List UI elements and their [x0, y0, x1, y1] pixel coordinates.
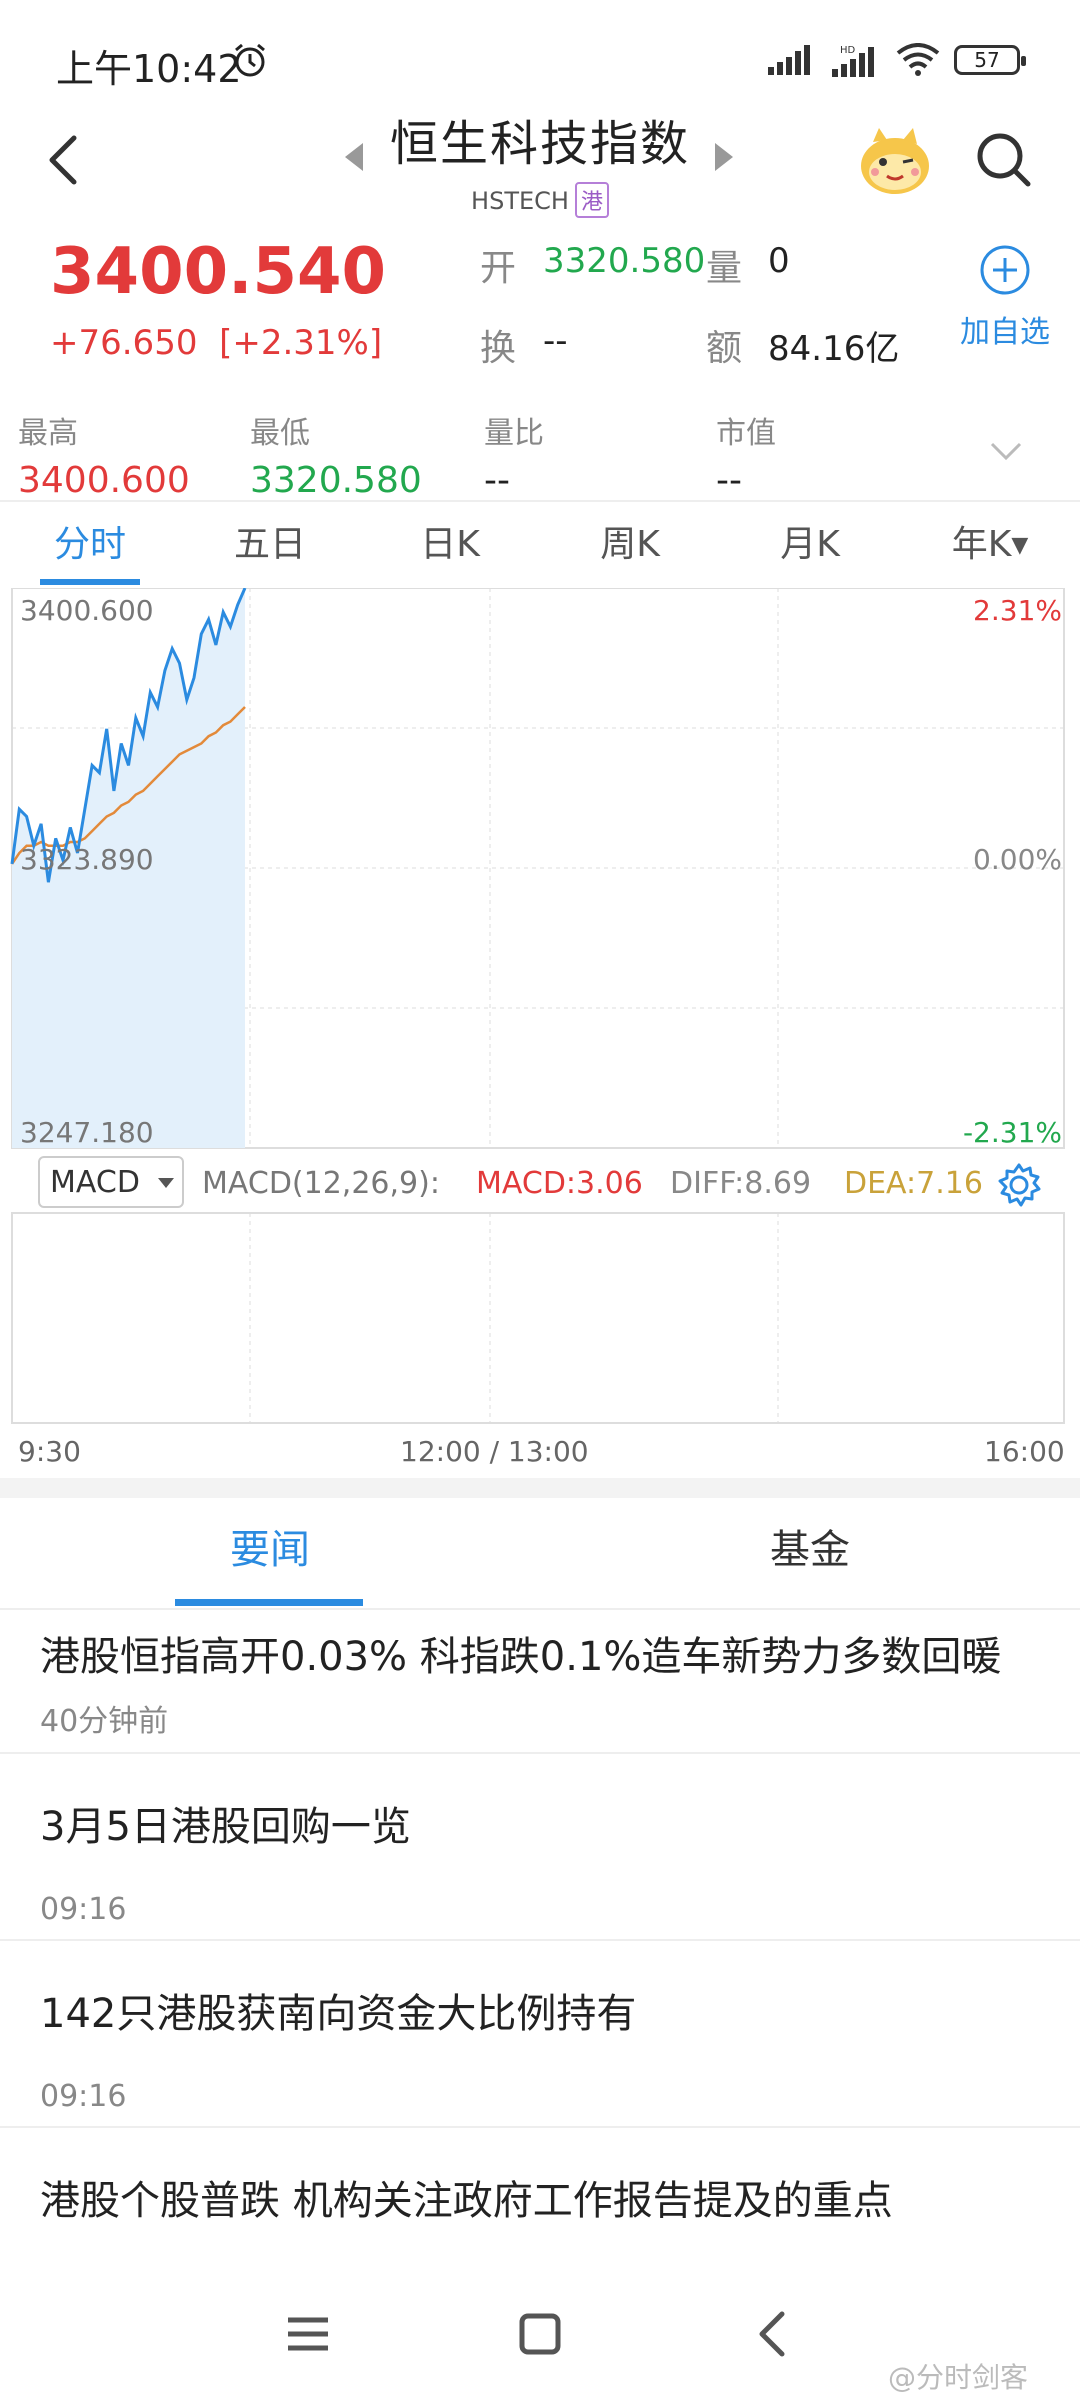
tab-intraday[interactable]: 分时 [0, 505, 180, 585]
watermark: @分时剑客 [888, 2361, 1029, 2394]
wifi-icon [896, 43, 940, 76]
page-title: 恒生科技指数 [389, 116, 690, 172]
amount-label: 额 [706, 328, 743, 369]
pct-label-top: 2.31% [973, 594, 1062, 627]
signal-hd-icon: HD [832, 45, 874, 77]
stock-code: HSTECH 港 [340, 182, 740, 218]
news-title: 3月5日港股回购一览 [40, 1804, 411, 1850]
news-title: 港股个股普跌 机构关注政府工作报告提及的重点 [40, 2178, 893, 2224]
stat-high: 最高 3400.600 [18, 416, 190, 501]
turnover-label: 换 [480, 328, 517, 369]
stat-low: 最低 3320.580 [250, 416, 422, 501]
macd-pane-frame [11, 1212, 1065, 1424]
next-stock-icon[interactable] [715, 143, 733, 171]
time-label-end: 16:00 [984, 1435, 1065, 1468]
pct-label-bottom: -2.31% [962, 1116, 1062, 1149]
news-time: 09:16 [40, 1892, 127, 1927]
quote-panel: 3400.540 +76.650 [+2.31%] 开 3320.580 量 0… [0, 225, 1080, 375]
news-time: 09:16 [40, 2079, 127, 2114]
turnover-value: -- [543, 321, 568, 361]
pct-label-mid: 0.00% [973, 843, 1062, 876]
stat-volume-ratio: 量比 -- [484, 416, 544, 501]
tab-daily-k[interactable]: 日K [360, 505, 540, 585]
back-nav-icon[interactable] [746, 2306, 802, 2362]
section-separator [0, 1478, 1080, 1498]
news-item[interactable]: 港股恒指高开0.03% 科指跌0.1%造车新势力多数回暖 40分钟前 [0, 1612, 1080, 1754]
tab-weekly-k[interactable]: 周K [540, 505, 720, 585]
dea-value: DEA:7.16 [844, 1166, 983, 1201]
chart-canvas [10, 587, 1065, 1424]
chart-tabs: 分时 五日 日K 周K 月K 年K▼ [0, 505, 1080, 585]
news-item[interactable]: 港股个股普跌 机构关注政府工作报告提及的重点 [0, 2128, 1080, 2242]
stats-row: 最高 3400.600 最低 3320.580 量比 -- 市值 -- [0, 400, 1080, 501]
home-icon[interactable] [512, 2306, 568, 2362]
menu-icon[interactable] [280, 2306, 336, 2362]
battery-indicator: 57 [954, 45, 1026, 75]
macd-params: MACD(12,26,9): [202, 1166, 440, 1201]
add-watchlist-label: 加自选 [960, 315, 1050, 350]
divider [0, 1608, 1080, 1610]
signal-icon [768, 45, 810, 75]
news-time: 40分钟前 [40, 1704, 169, 1739]
time-label-start: 9:30 [18, 1435, 81, 1468]
indicator-select[interactable]: MACD [38, 1156, 184, 1208]
search-icon[interactable] [972, 128, 1036, 192]
y-label-bottom: 3247.180 [20, 1116, 154, 1149]
divider [0, 500, 1080, 502]
macd-indicator-bar: MACD MACD(12,26,9): MACD:3.06 DIFF:8.69 … [0, 1150, 1080, 1220]
open-label: 开 [480, 248, 517, 289]
current-price: 3400.540 [50, 235, 387, 309]
news-tabs: 要闻 基金 [0, 1500, 1080, 1610]
mascot-icon[interactable] [855, 122, 935, 198]
svg-text:HD: HD [840, 45, 856, 56]
tab-monthly-k[interactable]: 月K [720, 505, 900, 585]
news-item[interactable]: 142只港股获南向资金大比例持有 09:16 [0, 1941, 1080, 2128]
status-time: 上午10:42 [56, 47, 242, 91]
y-label-mid: 3323.890 [20, 843, 154, 876]
intraday-chart[interactable]: 3400.600 3323.890 3247.180 2.31% 0.00% -… [0, 587, 1080, 1488]
caret-down-icon: ▼ [1011, 533, 1029, 558]
tab-five-day[interactable]: 五日 [180, 505, 360, 585]
tab-headlines[interactable]: 要闻 [0, 1500, 540, 1610]
price-change: +76.650 [+2.31%] [50, 323, 383, 363]
open-value: 3320.580 [543, 241, 706, 281]
news-item[interactable]: 3月5日港股回购一览 09:16 [0, 1754, 1080, 1941]
volume-value: 0 [768, 241, 790, 281]
add-watchlist-button[interactable]: 加自选 [945, 243, 1065, 351]
alarm-icon [235, 43, 265, 77]
chevron-down-icon[interactable] [986, 436, 1026, 466]
status-icons: HD 57 [768, 40, 1026, 80]
volume-label: 量 [706, 248, 743, 289]
title-block: 恒生科技指数 HSTECH 港 [340, 104, 740, 218]
diff-value: DIFF:8.69 [670, 1166, 812, 1201]
tab-fund[interactable]: 基金 [540, 1500, 1080, 1610]
time-label-mid: 12:00 / 13:00 [400, 1435, 589, 1468]
stat-market-cap: 市值 -- [716, 416, 776, 501]
news-title: 142只港股获南向资金大比例持有 [40, 1991, 637, 2037]
gear-icon[interactable] [996, 1162, 1042, 1208]
news-list: 港股恒指高开0.03% 科指跌0.1%造车新势力多数回暖 40分钟前 3月5日港… [0, 1612, 1080, 2262]
dropdown-icon [158, 1178, 174, 1188]
app-header: 恒生科技指数 HSTECH 港 [0, 100, 1080, 220]
macd-value: MACD:3.06 [476, 1166, 643, 1201]
tab-yearly-k[interactable]: 年K▼ [900, 505, 1080, 585]
back-icon[interactable] [38, 130, 88, 190]
y-label-top: 3400.600 [20, 594, 154, 627]
amount-value: 84.16亿 [768, 329, 900, 369]
market-tag: 港 [574, 182, 609, 218]
plus-circle-icon [980, 245, 1030, 295]
news-title: 港股恒指高开0.03% 科指跌0.1%造车新势力多数回暖 [40, 1634, 1002, 1680]
